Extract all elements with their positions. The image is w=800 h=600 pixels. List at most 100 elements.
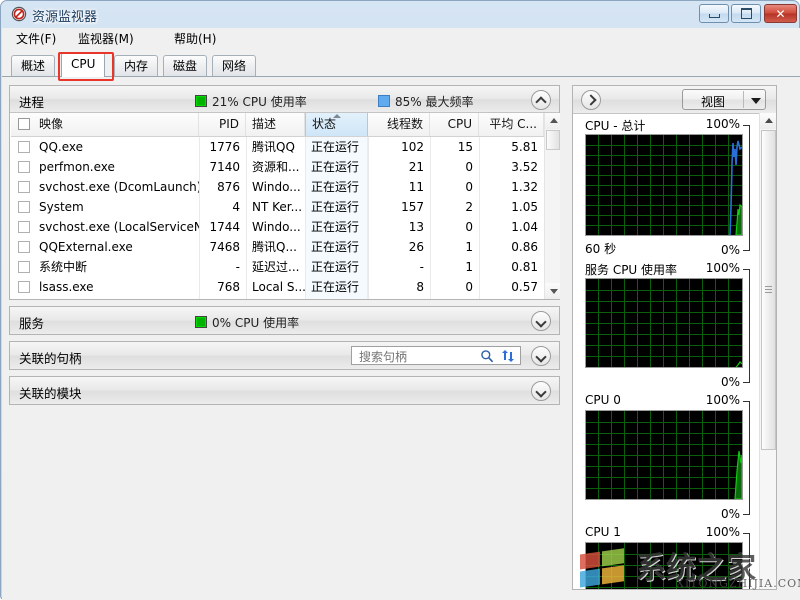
modules-expand-chevron-icon[interactable] xyxy=(531,381,551,401)
graph-min-label: 0% xyxy=(720,507,740,521)
cell-description: Local S... xyxy=(252,280,305,294)
menu-bar: 文件(F) 监视器(M) 帮助(H) xyxy=(2,28,800,51)
tab-disk[interactable]: 磁盘 xyxy=(163,55,208,76)
row-checkbox[interactable] xyxy=(18,281,30,293)
table-row[interactable]: svchost.exe (LocalServiceN... 1744 Windo… xyxy=(11,217,544,237)
services-title: 服务 xyxy=(19,316,45,331)
graph-time-label: 60 秒 xyxy=(585,242,617,256)
table-scrollbar-thumb[interactable] xyxy=(546,130,560,150)
column-header-description[interactable]: 描述 xyxy=(246,113,305,136)
services-cpu-legend: 0% CPU 使用率 xyxy=(195,314,299,331)
row-checkbox[interactable] xyxy=(18,241,30,253)
graph-min-label: 0% xyxy=(720,375,740,389)
cell-cpu: 0 xyxy=(465,180,473,194)
search-input[interactable] xyxy=(357,349,476,366)
cell-avg-cpu: 0.81 xyxy=(511,260,538,274)
cell-threads: 11 xyxy=(408,180,424,194)
menu-help[interactable]: 帮助(H) xyxy=(170,31,220,48)
row-checkbox[interactable] xyxy=(18,201,30,213)
cell-cpu: 1 xyxy=(465,240,473,254)
graph-scrollbar[interactable] xyxy=(759,113,776,589)
graph-max-label: 100% xyxy=(705,525,740,539)
graph-cpu-total: CPU - 总计 100% 60 秒 0% xyxy=(573,117,758,257)
handles-expand-chevron-icon[interactable] xyxy=(531,346,551,366)
table-row[interactable]: QQ.exe 1776 腾讯QQ 正在运行 102 15 5.81 xyxy=(11,137,544,157)
handles-panel-header[interactable]: 关联的句柄 xyxy=(10,342,559,369)
graph-label: CPU 1 xyxy=(585,525,621,539)
chevron-right-icon[interactable] xyxy=(581,90,601,110)
table-row[interactable]: svchost.exe (DcomLaunch) 876 Windo... 正在… xyxy=(11,177,544,197)
graph-scrollbar-thumb[interactable] xyxy=(761,130,776,450)
table-row[interactable]: System 4 NT Ker... 正在运行 157 2 1.05 xyxy=(11,197,544,217)
row-checkbox[interactable] xyxy=(18,261,30,273)
column-header-pid[interactable]: PID xyxy=(199,113,246,136)
processes-title: 进程 xyxy=(19,95,45,110)
services-expand-chevron-icon[interactable] xyxy=(531,311,551,331)
modules-panel: 关联的模块 xyxy=(9,376,560,405)
menu-file[interactable]: 文件(F) xyxy=(12,31,60,48)
cell-image: QQ.exe xyxy=(39,140,83,154)
table-row[interactable]: 系统中断 - 延迟过... 正在运行 - 1 0.81 xyxy=(11,257,544,277)
row-checkbox[interactable] xyxy=(18,141,30,153)
graph-series xyxy=(735,361,742,367)
graph-toolbar: 视图 xyxy=(573,86,776,114)
row-checkbox[interactable] xyxy=(18,181,30,193)
minimize-button[interactable] xyxy=(699,4,729,23)
table-scroll-up-button[interactable] xyxy=(545,113,560,129)
graph-series xyxy=(729,140,742,235)
cell-description: 资源和... xyxy=(252,160,300,174)
table-row[interactable]: perfmon.exe 7140 资源和... 正在运行 21 0 3.52 xyxy=(11,157,544,177)
handle-search-box[interactable] xyxy=(351,346,521,366)
column-header-cpu[interactable]: CPU xyxy=(430,113,479,136)
cell-avg-cpu: 0.86 xyxy=(511,240,538,254)
cell-status: 正在运行 xyxy=(311,220,360,234)
chevron-down-icon xyxy=(751,98,761,104)
column-header-status[interactable]: 状态 xyxy=(305,113,368,136)
graph-services-cpu: 服务 CPU 使用率 100% 0% xyxy=(573,261,758,389)
menu-monitor[interactable]: 监视器(M) xyxy=(74,31,138,48)
graph-max-label: 100% xyxy=(705,393,740,407)
table-row[interactable]: lsass.exe 768 Local S... 正在运行 8 0 0.57 xyxy=(11,277,544,297)
column-header-image[interactable]: 映像 xyxy=(33,113,199,136)
table-row[interactable]: QQExternal.exe 7468 腾讯Q... 正在运行 26 1 0.8… xyxy=(11,237,544,257)
column-header-avg-cpu[interactable]: 平均 C... xyxy=(479,113,544,136)
handles-panel: 关联的句柄 xyxy=(9,341,560,370)
column-header-threads[interactable]: 线程数 xyxy=(368,113,430,136)
cell-image: perfmon.exe xyxy=(39,160,115,174)
table-scroll-down-button[interactable] xyxy=(545,283,560,299)
tab-network[interactable]: 网络 xyxy=(212,55,257,76)
modules-panel-header[interactable]: 关联的模块 xyxy=(10,377,559,404)
cell-description: Windo... xyxy=(252,220,301,234)
search-icon[interactable] xyxy=(480,349,494,363)
view-dropdown-button[interactable]: 视图 xyxy=(682,89,766,110)
cell-image: svchost.exe (DcomLaunch) xyxy=(39,180,199,194)
cell-image: svchost.exe (LocalServiceN... xyxy=(39,220,199,234)
processes-panel-header[interactable]: 进程 21% CPU 使用率 85% 最大频率 xyxy=(10,86,559,113)
graph-max-label: 100% xyxy=(705,117,740,131)
row-checkbox[interactable] xyxy=(18,161,30,173)
services-panel-header[interactable]: 服务 0% CPU 使用率 xyxy=(10,307,559,334)
tab-cpu[interactable]: CPU xyxy=(61,52,106,77)
table-scrollbar[interactable] xyxy=(544,113,560,299)
graph-min-label: 0% xyxy=(720,243,740,257)
services-cpu-legend-text: 0% CPU 使用率 xyxy=(212,316,300,330)
graph-scroll-up-button[interactable] xyxy=(760,113,776,129)
cell-cpu: 0 xyxy=(465,280,473,294)
modules-title: 关联的模块 xyxy=(19,386,82,401)
refresh-icon[interactable] xyxy=(501,349,515,363)
services-panel: 服务 0% CPU 使用率 xyxy=(9,306,560,335)
maximize-button[interactable] xyxy=(731,4,761,23)
row-checkbox[interactable] xyxy=(18,221,30,233)
processes-collapse-chevron-icon[interactable] xyxy=(531,90,551,110)
select-all-checkbox[interactable] xyxy=(18,118,30,130)
content-area: 进程 21% CPU 使用率 85% 最大频率 映像 PID 描述 状态 线程数… xyxy=(2,77,800,600)
cell-avg-cpu: 3.52 xyxy=(511,160,538,174)
processes-panel: 进程 21% CPU 使用率 85% 最大频率 映像 PID 描述 状态 线程数… xyxy=(9,85,560,300)
cpu-usage-legend-text: 21% CPU 使用率 xyxy=(212,95,307,109)
cell-pid: 876 xyxy=(217,180,240,194)
tab-overview[interactable]: 概述 xyxy=(11,55,56,76)
cell-avg-cpu: 1.32 xyxy=(511,180,538,194)
close-button[interactable]: ✕ xyxy=(764,4,797,23)
window-title: 资源监视器 xyxy=(32,10,98,25)
tab-memory[interactable]: 内存 xyxy=(114,55,159,76)
